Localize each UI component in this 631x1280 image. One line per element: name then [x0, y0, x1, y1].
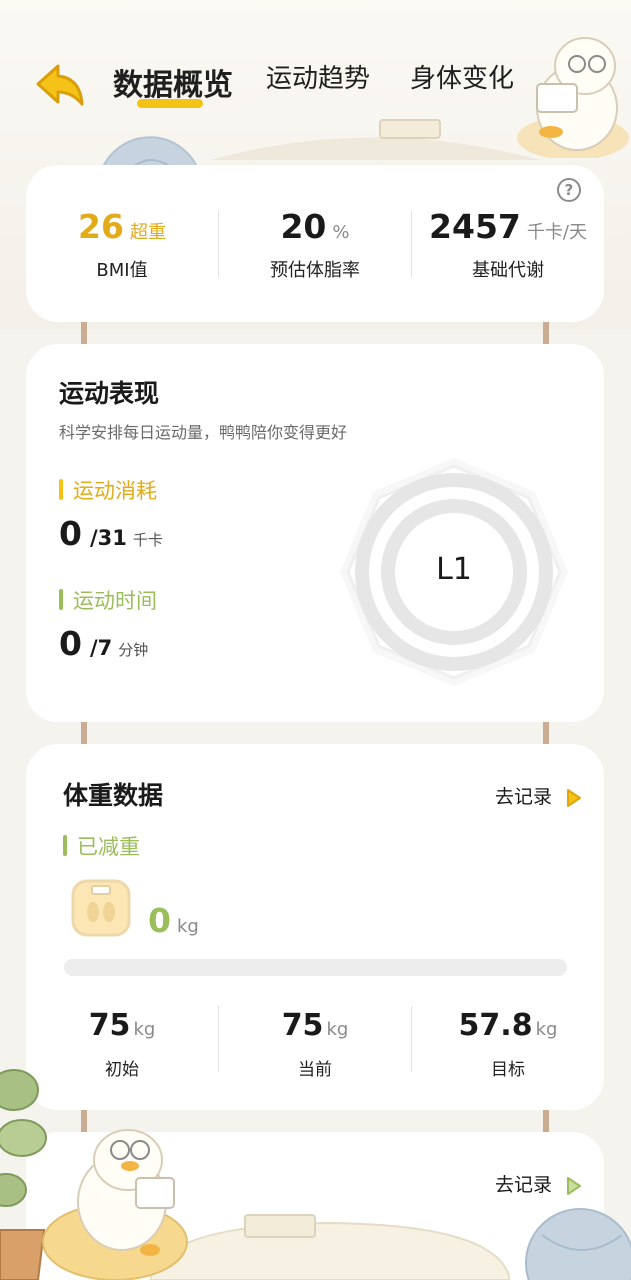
- weight-lost-unit: kg: [176, 916, 199, 937]
- weight-record-label: 去记录: [495, 786, 553, 808]
- ball-decoration-icon: [525, 1208, 631, 1280]
- duck-beanbag-illustration-icon: [42, 1129, 188, 1280]
- play-arrow-icon: [567, 788, 582, 807]
- bottom-record-label: 去记录: [495, 1174, 553, 1196]
- tab-exercise-trend[interactable]: 运动趋势: [266, 58, 370, 95]
- current-weight-label: 当前: [298, 1060, 332, 1080]
- exercise-subtitle: 科学安排每日运动量，鸭鸭陪你变得更好: [59, 423, 348, 442]
- metabolism-label: 基础代谢: [472, 260, 544, 281]
- metabolism-value: 2457: [429, 207, 521, 246]
- exercise-performance-card: 运动表现 科学安排每日运动量，鸭鸭陪你变得更好 运动消耗 0/31 千卡 运动时间…: [26, 344, 604, 722]
- back-arrow-icon[interactable]: [34, 62, 88, 108]
- current-weight-value: 75: [281, 1008, 324, 1043]
- tab-body-change[interactable]: 身体变化: [410, 58, 514, 95]
- help-icon[interactable]: ?: [557, 178, 581, 202]
- body-fat-stat: 20% 预估体脂率: [219, 207, 411, 282]
- weight-title: 体重数据: [63, 781, 164, 810]
- target-weight-label: 目标: [491, 1060, 525, 1080]
- weight-lost-number: 0: [148, 901, 171, 940]
- initial-weight-unit: kg: [133, 1019, 156, 1040]
- time-current: 0: [59, 624, 82, 663]
- target-weight-stat: 57.8 kg 目标: [412, 1008, 604, 1080]
- calories-unit: 千卡: [132, 531, 163, 549]
- body-stats-card: ? 26 超重 BMI值 20% 预估体脂率 2457 千卡/天 基础代谢: [26, 165, 604, 322]
- target-weight-value: 57.8: [458, 1008, 533, 1043]
- weight-lost-value: 0 kg: [148, 901, 199, 940]
- weight-lost-label: 已减重: [63, 831, 140, 861]
- metabolism-unit: 千卡/天: [526, 222, 587, 243]
- initial-weight-value: 75: [88, 1008, 131, 1043]
- body-fat-value: 20: [280, 207, 327, 246]
- table-decoration-icon: [150, 1214, 510, 1280]
- calories-target: /31: [89, 526, 127, 550]
- target-weight-unit: kg: [535, 1019, 558, 1040]
- current-weight-unit: kg: [326, 1019, 349, 1040]
- calories-label: 运动消耗: [59, 475, 157, 505]
- time-target: /7: [89, 636, 113, 660]
- bmi-status: 超重: [129, 222, 166, 243]
- bmi-label: BMI值: [96, 260, 148, 281]
- level-value: L1: [436, 552, 472, 587]
- bmi-stat: 26 超重 BMI值: [26, 207, 218, 282]
- weight-progress-bar: [64, 959, 567, 976]
- calories-value: 0/31 千卡: [59, 514, 163, 553]
- body-fat-unit: %: [332, 222, 350, 243]
- current-weight-stat: 75 kg 当前: [219, 1008, 411, 1080]
- metabolism-stat: 2457 千卡/天 基础代谢: [412, 207, 604, 282]
- time-label: 运动时间: [59, 585, 157, 615]
- play-arrow-icon: [567, 1176, 582, 1195]
- exercise-title: 运动表现: [59, 379, 160, 408]
- active-tab-indicator: [137, 99, 203, 108]
- weight-data-card: 体重数据 去记录 已减重 0 kg 75 kg 初始 75 kg 当前 57.8 kg …: [26, 744, 604, 1110]
- header: 数据概览 运动趋势 身体变化: [0, 0, 631, 130]
- bottom-record-button[interactable]: 去记录: [495, 1170, 582, 1197]
- weight-record-button[interactable]: 去记录: [495, 782, 582, 809]
- bmi-value: 26: [78, 207, 124, 246]
- tab-data-overview[interactable]: 数据概览: [113, 60, 233, 104]
- calories-current: 0: [59, 514, 82, 553]
- body-fat-label: 预估体脂率: [270, 260, 360, 281]
- time-unit: 分钟: [118, 641, 149, 659]
- time-value: 0/7 分钟: [59, 624, 148, 663]
- weight-scale-icon: [71, 879, 131, 937]
